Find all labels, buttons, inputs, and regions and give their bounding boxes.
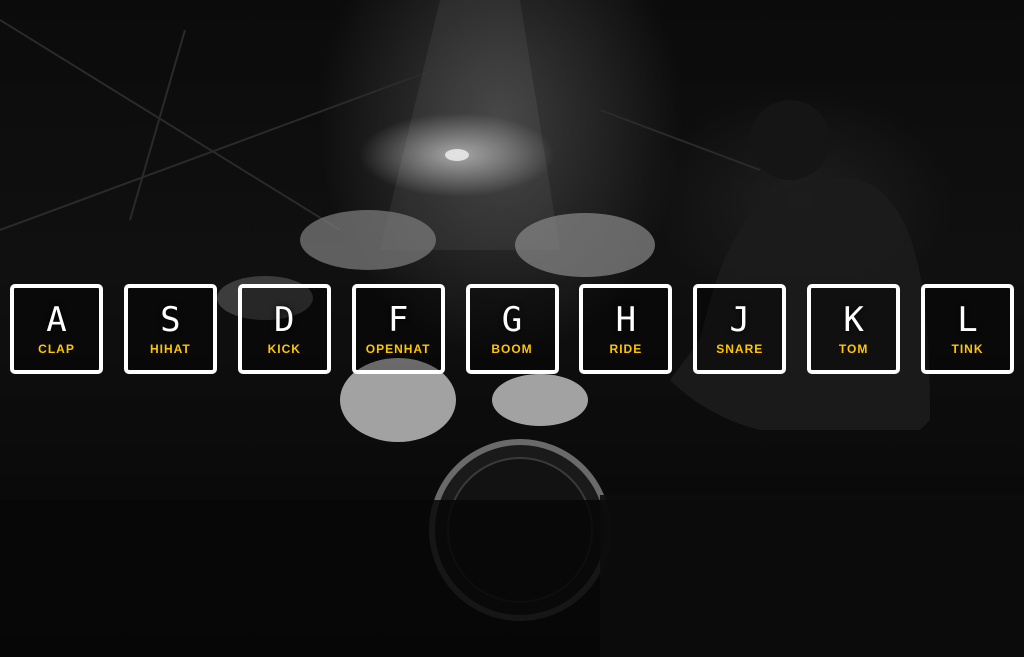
drum-key-l[interactable]: L TINK [921,284,1014,374]
key-sound-label: KICK [267,342,301,356]
drum-key-k[interactable]: K TOM [807,284,901,374]
key-letter: A [46,300,67,340]
key-sound-label: BOOM [491,342,533,356]
key-sound-label: OPENHAT [365,342,431,356]
key-sound-label: CLAP [38,342,75,356]
key-sound-label: HIHAT [149,342,191,356]
key-letter: G [501,300,523,340]
drum-key-s[interactable]: S HIHAT [123,284,217,374]
drum-keys-row: A CLAP S HIHAT D KICK F OPENHAT G BOOM H RIDE J SNARE… [10,284,1014,374]
drum-key-h[interactable]: H RIDE [579,284,673,374]
key-letter: L [957,300,978,340]
drum-key-g[interactable]: G BOOM [465,284,559,374]
key-letter: S [160,300,181,340]
key-letter: J [729,300,750,340]
drum-key-a[interactable]: A CLAP [10,284,103,374]
drum-key-f[interactable]: F OPENHAT [351,284,445,374]
key-letter: H [615,300,637,340]
drum-key-d[interactable]: D KICK [237,284,331,374]
key-letter: D [274,300,295,340]
key-letter: K [843,300,864,340]
key-letter: F [387,300,409,340]
drum-key-j[interactable]: J SNARE [693,284,787,374]
key-sound-label: TINK [951,342,984,356]
key-sound-label: TOM [838,342,869,356]
drum-kit-stage: A CLAP S HIHAT D KICK F OPENHAT G BOOM H RIDE J SNARE… [0,0,1024,657]
key-sound-label: RIDE [609,342,643,356]
key-sound-label: SNARE [716,342,764,356]
